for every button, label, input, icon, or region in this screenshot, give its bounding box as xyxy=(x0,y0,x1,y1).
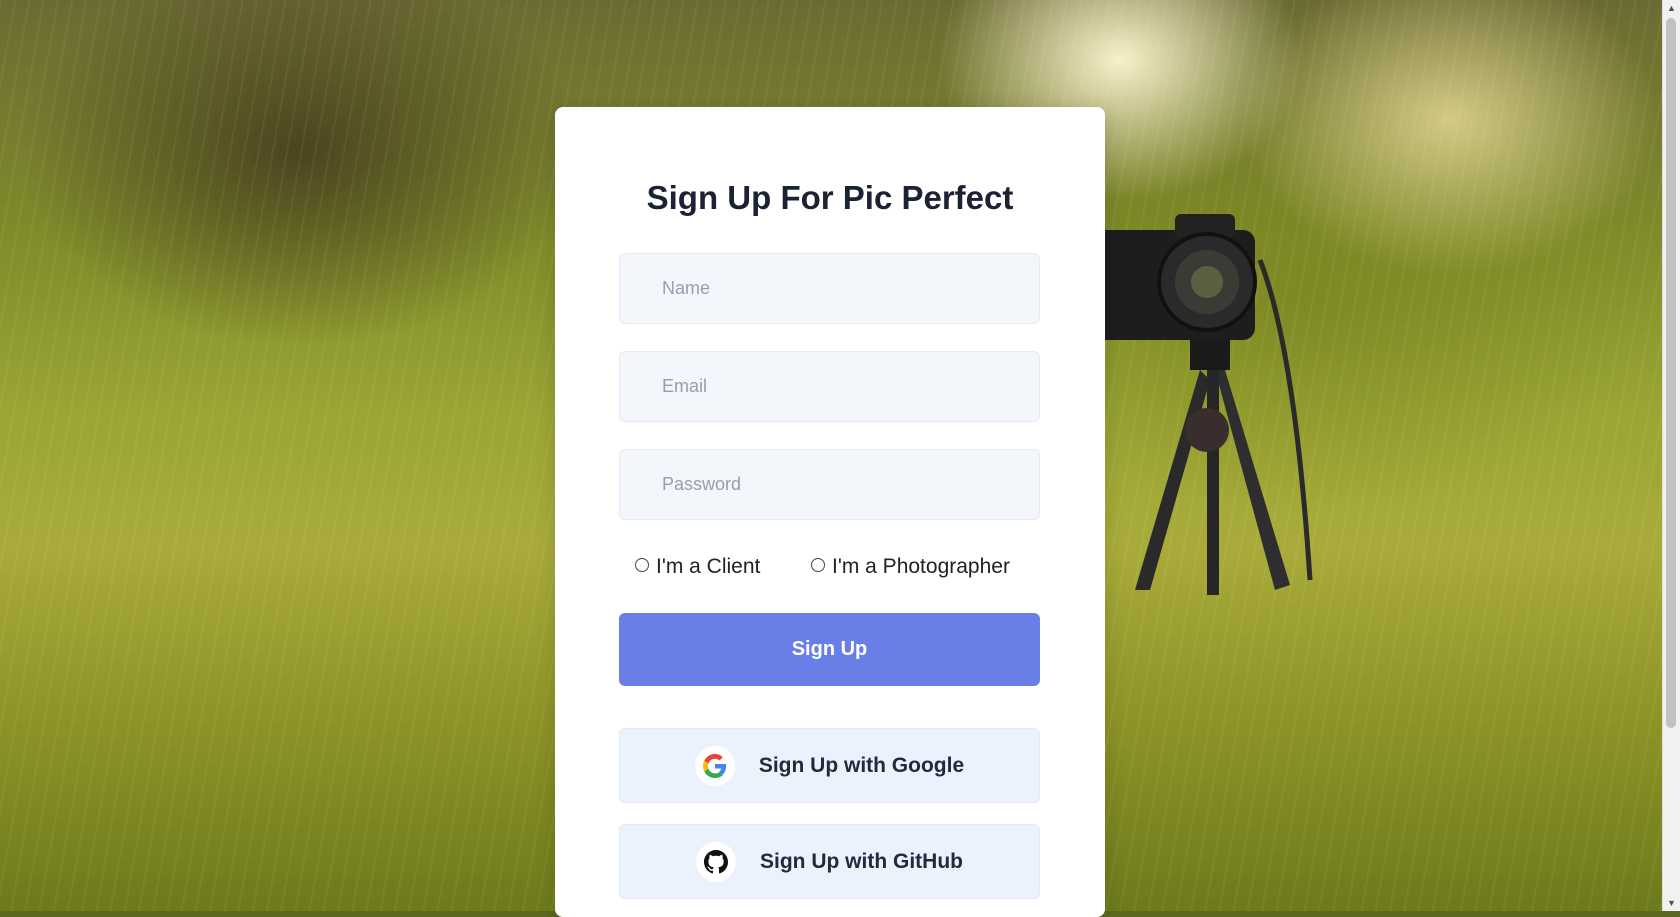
github-signup-label: Sign Up with GitHub xyxy=(760,849,963,873)
scroll-up-arrow-icon[interactable]: ▲ xyxy=(1663,0,1680,16)
client-radio-button[interactable] xyxy=(635,558,649,572)
page-title: Sign Up For Pic Perfect xyxy=(646,179,1014,216)
scroll-down-arrow-icon[interactable]: ▼ xyxy=(1663,895,1680,911)
sign-up-button[interactable]: Sign Up xyxy=(619,613,1040,686)
github-icon xyxy=(696,841,737,882)
github-signup-button[interactable]: Sign Up with GitHub xyxy=(619,824,1040,899)
google-signup-button[interactable]: Sign Up with Google xyxy=(619,728,1040,803)
photographer-radio-button[interactable] xyxy=(811,558,825,572)
photographer-radio-label: I'm a Photographer xyxy=(832,555,1010,578)
vertical-scrollbar[interactable]: ▲ ▼ xyxy=(1662,0,1680,911)
client-radio-label: I'm a Client xyxy=(656,555,761,578)
password-input[interactable] xyxy=(619,449,1040,520)
role-radio-group: I'm a Client I'm a Photographer xyxy=(635,555,1055,585)
google-icon xyxy=(694,745,735,786)
name-input[interactable] xyxy=(619,253,1040,324)
google-signup-label: Sign Up with Google xyxy=(758,753,965,777)
client-radio-option[interactable]: I'm a Client xyxy=(635,555,760,579)
scrollbar-thumb[interactable] xyxy=(1666,18,1676,728)
signup-card: Sign Up For Pic Perfect I'm a Client I'm… xyxy=(555,107,1105,917)
photographer-radio-option[interactable]: I'm a Photographer xyxy=(811,555,1010,579)
camera-on-tripod-image xyxy=(1095,214,1313,595)
email-input[interactable] xyxy=(619,351,1040,422)
